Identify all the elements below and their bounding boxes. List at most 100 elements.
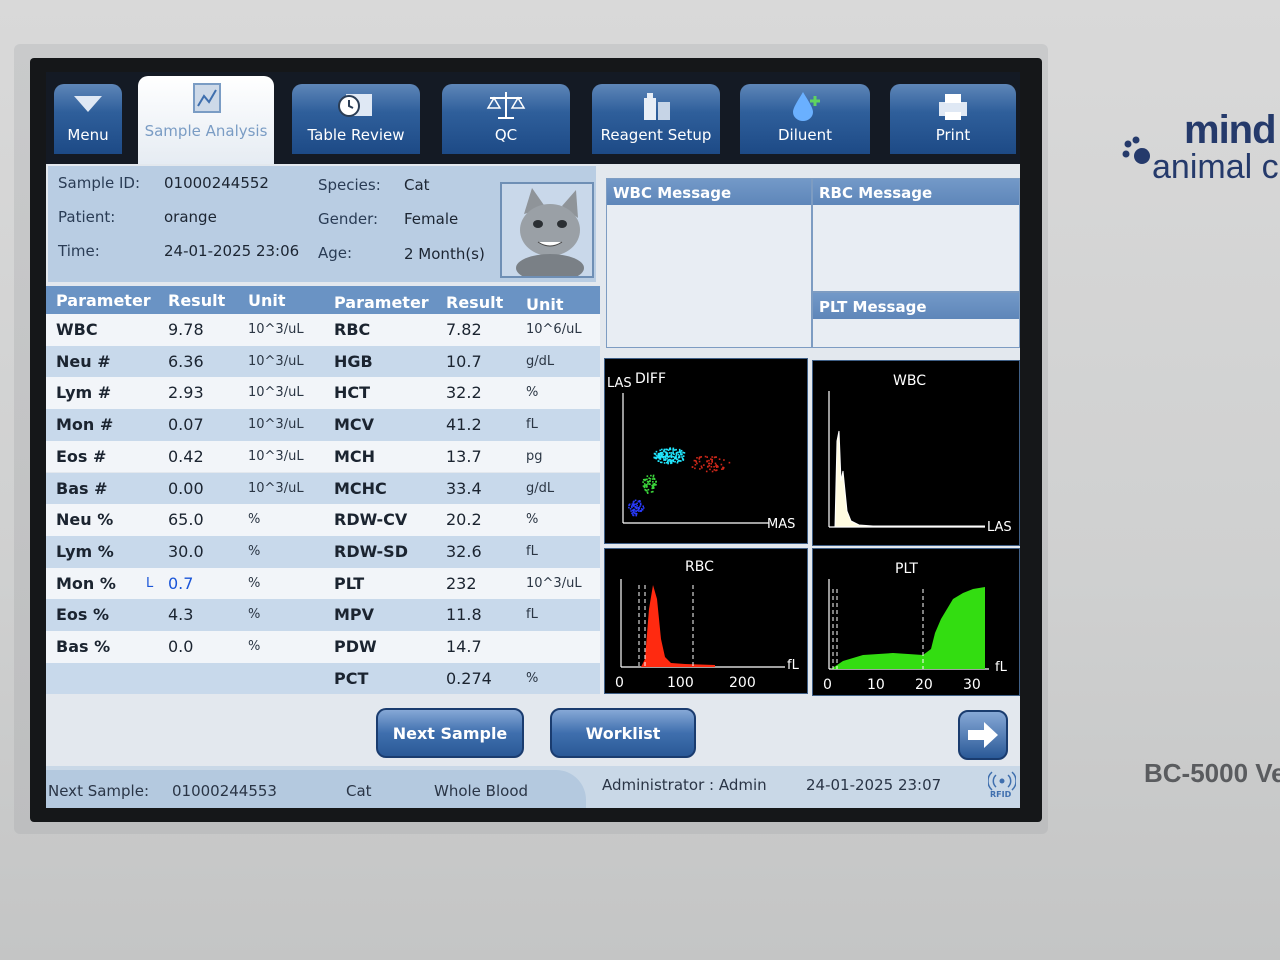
header-result-2: Result xyxy=(446,293,504,312)
param-name: Lym % xyxy=(56,541,114,561)
diff-xlabel: MAS xyxy=(767,517,795,532)
result-value: 41.2 xyxy=(446,415,482,435)
result-value: 0.0 xyxy=(168,637,194,656)
result-value: 9.78 xyxy=(168,320,204,339)
result-value: 13.7 xyxy=(446,446,482,466)
next-sample-button[interactable]: Next Sample xyxy=(376,708,524,758)
unit-label: 10^3/uL xyxy=(526,575,582,591)
wbc-histogram: WBC LAS xyxy=(812,360,1020,546)
brand-name: mind xyxy=(1184,108,1277,152)
result-value: 7.82 xyxy=(446,320,482,339)
table-row: Eos % 4.3% MPV 11.8 fL xyxy=(46,599,600,631)
wbc-message-title: WBC Message xyxy=(607,179,811,205)
unit-label: % xyxy=(248,575,261,591)
cat-species-icon xyxy=(500,182,594,278)
unit-label: 10^3/uL xyxy=(248,353,304,369)
tab-print[interactable]: Print xyxy=(890,84,1016,154)
result-value: 0.274 xyxy=(446,668,492,688)
diff-title: DIFF xyxy=(635,371,666,387)
param-name: Neu # xyxy=(56,351,111,371)
rfid-label: RFID xyxy=(990,790,1012,799)
result-value: 0.42 xyxy=(168,446,204,466)
tab-menu[interactable]: Menu xyxy=(54,84,122,154)
sample-id-label: Sample ID: xyxy=(58,174,141,192)
plt-tick-2: 20 xyxy=(915,677,933,693)
diff-scattergram: DIFF LAS MAS xyxy=(604,358,808,544)
unit-label: 10^6/uL xyxy=(526,322,582,337)
param-name: PCT xyxy=(334,668,369,688)
unit-label: 10^3/uL xyxy=(248,322,304,337)
param-name: Lym # xyxy=(56,383,112,403)
tab-reagent-setup[interactable]: Reagent Setup xyxy=(592,84,720,154)
table-row: PCT 0.274% xyxy=(46,662,600,695)
tab-sample-analysis[interactable]: Sample Analysis xyxy=(138,76,274,164)
table-row: WBC 9.78 10^3/uL RBC 7.82 10^6/uL xyxy=(46,314,600,346)
table-row: Eos # 0.42 10^3/uL MCH 13.7 pg xyxy=(46,440,600,473)
plt-histogram: PLT fL 0 10 20 30 xyxy=(812,548,1020,696)
unit-label: 10^3/uL xyxy=(248,448,304,464)
result-value: 65.0 xyxy=(168,510,204,530)
arrow-right-icon xyxy=(968,722,998,748)
result-value: 32.2 xyxy=(446,383,482,403)
plt-unit: fL xyxy=(995,660,1008,675)
plt-message-title: PLT Message xyxy=(813,293,1019,319)
status-bar: Next Sample: 01000244553 Cat Whole Blood… xyxy=(46,766,1020,808)
header-parameter: Parameter xyxy=(56,291,151,310)
worklist-button[interactable]: Worklist xyxy=(550,708,696,758)
logged-in-user: Administrator : Admin xyxy=(602,776,767,794)
param-name: HCT xyxy=(334,383,371,403)
result-value: 14.7 xyxy=(446,637,482,656)
result-value: 232 xyxy=(446,573,477,593)
plt-tick-1: 10 xyxy=(867,677,885,693)
rbc-title: RBC xyxy=(685,559,714,575)
diff-scatter-points xyxy=(628,447,731,517)
tab-diluent[interactable]: Diluent xyxy=(740,84,870,154)
param-name: MCV xyxy=(334,415,375,435)
gender-value: Female xyxy=(404,210,459,228)
tab-qc[interactable]: QC xyxy=(442,84,570,154)
param-name: MCH xyxy=(334,446,376,466)
header-unit: Unit xyxy=(248,291,286,310)
result-value: 0.00 xyxy=(168,478,204,498)
gender-label: Gender: xyxy=(318,210,379,228)
unit-label: % xyxy=(248,607,261,623)
header-parameter-2: Parameter xyxy=(334,293,429,312)
next-sample-label: Next Sample: xyxy=(48,782,150,800)
reagent-bottles-icon xyxy=(644,93,670,120)
param-name: HGB xyxy=(334,351,373,371)
param-name: Eos % xyxy=(56,605,110,625)
param-name: Mon # xyxy=(56,415,114,435)
tab-label: Reagent Setup xyxy=(600,126,712,144)
table-row: Bas # 0.00 10^3/uL MCHC 33.4 g/dL xyxy=(46,472,600,505)
unit-label: pg xyxy=(526,448,543,464)
rbc-message-title: RBC Message xyxy=(813,179,1019,205)
plt-message-panel: PLT Message xyxy=(812,292,1020,348)
unit-label: 10^3/uL xyxy=(248,417,304,433)
param-name: RDW-CV xyxy=(334,510,408,530)
table-row: Neu % 65.0% RDW-CV 20.2% xyxy=(46,504,600,536)
species-label: Species: xyxy=(318,176,381,194)
tab-table-review[interactable]: Table Review xyxy=(292,84,420,154)
menu-down-triangle-icon xyxy=(74,96,102,112)
result-flag: L xyxy=(146,575,154,591)
unit-label: % xyxy=(248,512,261,528)
param-name: Neu % xyxy=(56,510,114,530)
balance-scale-icon xyxy=(486,92,526,119)
param-name: Bas # xyxy=(56,478,108,498)
result-value: 4.3 xyxy=(168,605,194,625)
age-value: 2 Month(s) xyxy=(404,245,485,263)
plt-title: PLT xyxy=(895,561,918,577)
result-value: 20.2 xyxy=(446,510,482,530)
rbc-histogram: RBC fL 0 100 200 xyxy=(604,548,808,694)
unit-label: g/dL xyxy=(526,353,555,369)
wbc-message-panel: WBC Message xyxy=(606,178,812,348)
table-header: Parameter Result Unit Parameter Result U… xyxy=(46,286,600,314)
table-row: Mon % 0.7 L% PLT 232 10^3/uL xyxy=(46,567,600,600)
sample-id-value: 01000244552 xyxy=(164,174,269,192)
result-value: 0.07 xyxy=(168,415,204,435)
next-sample-type: Whole Blood xyxy=(434,782,529,800)
clock-table-icon xyxy=(338,94,372,117)
param-name: WBC xyxy=(56,320,98,339)
results-table: Parameter Result Unit Parameter Result U… xyxy=(46,286,600,700)
next-page-button[interactable] xyxy=(958,710,1008,760)
